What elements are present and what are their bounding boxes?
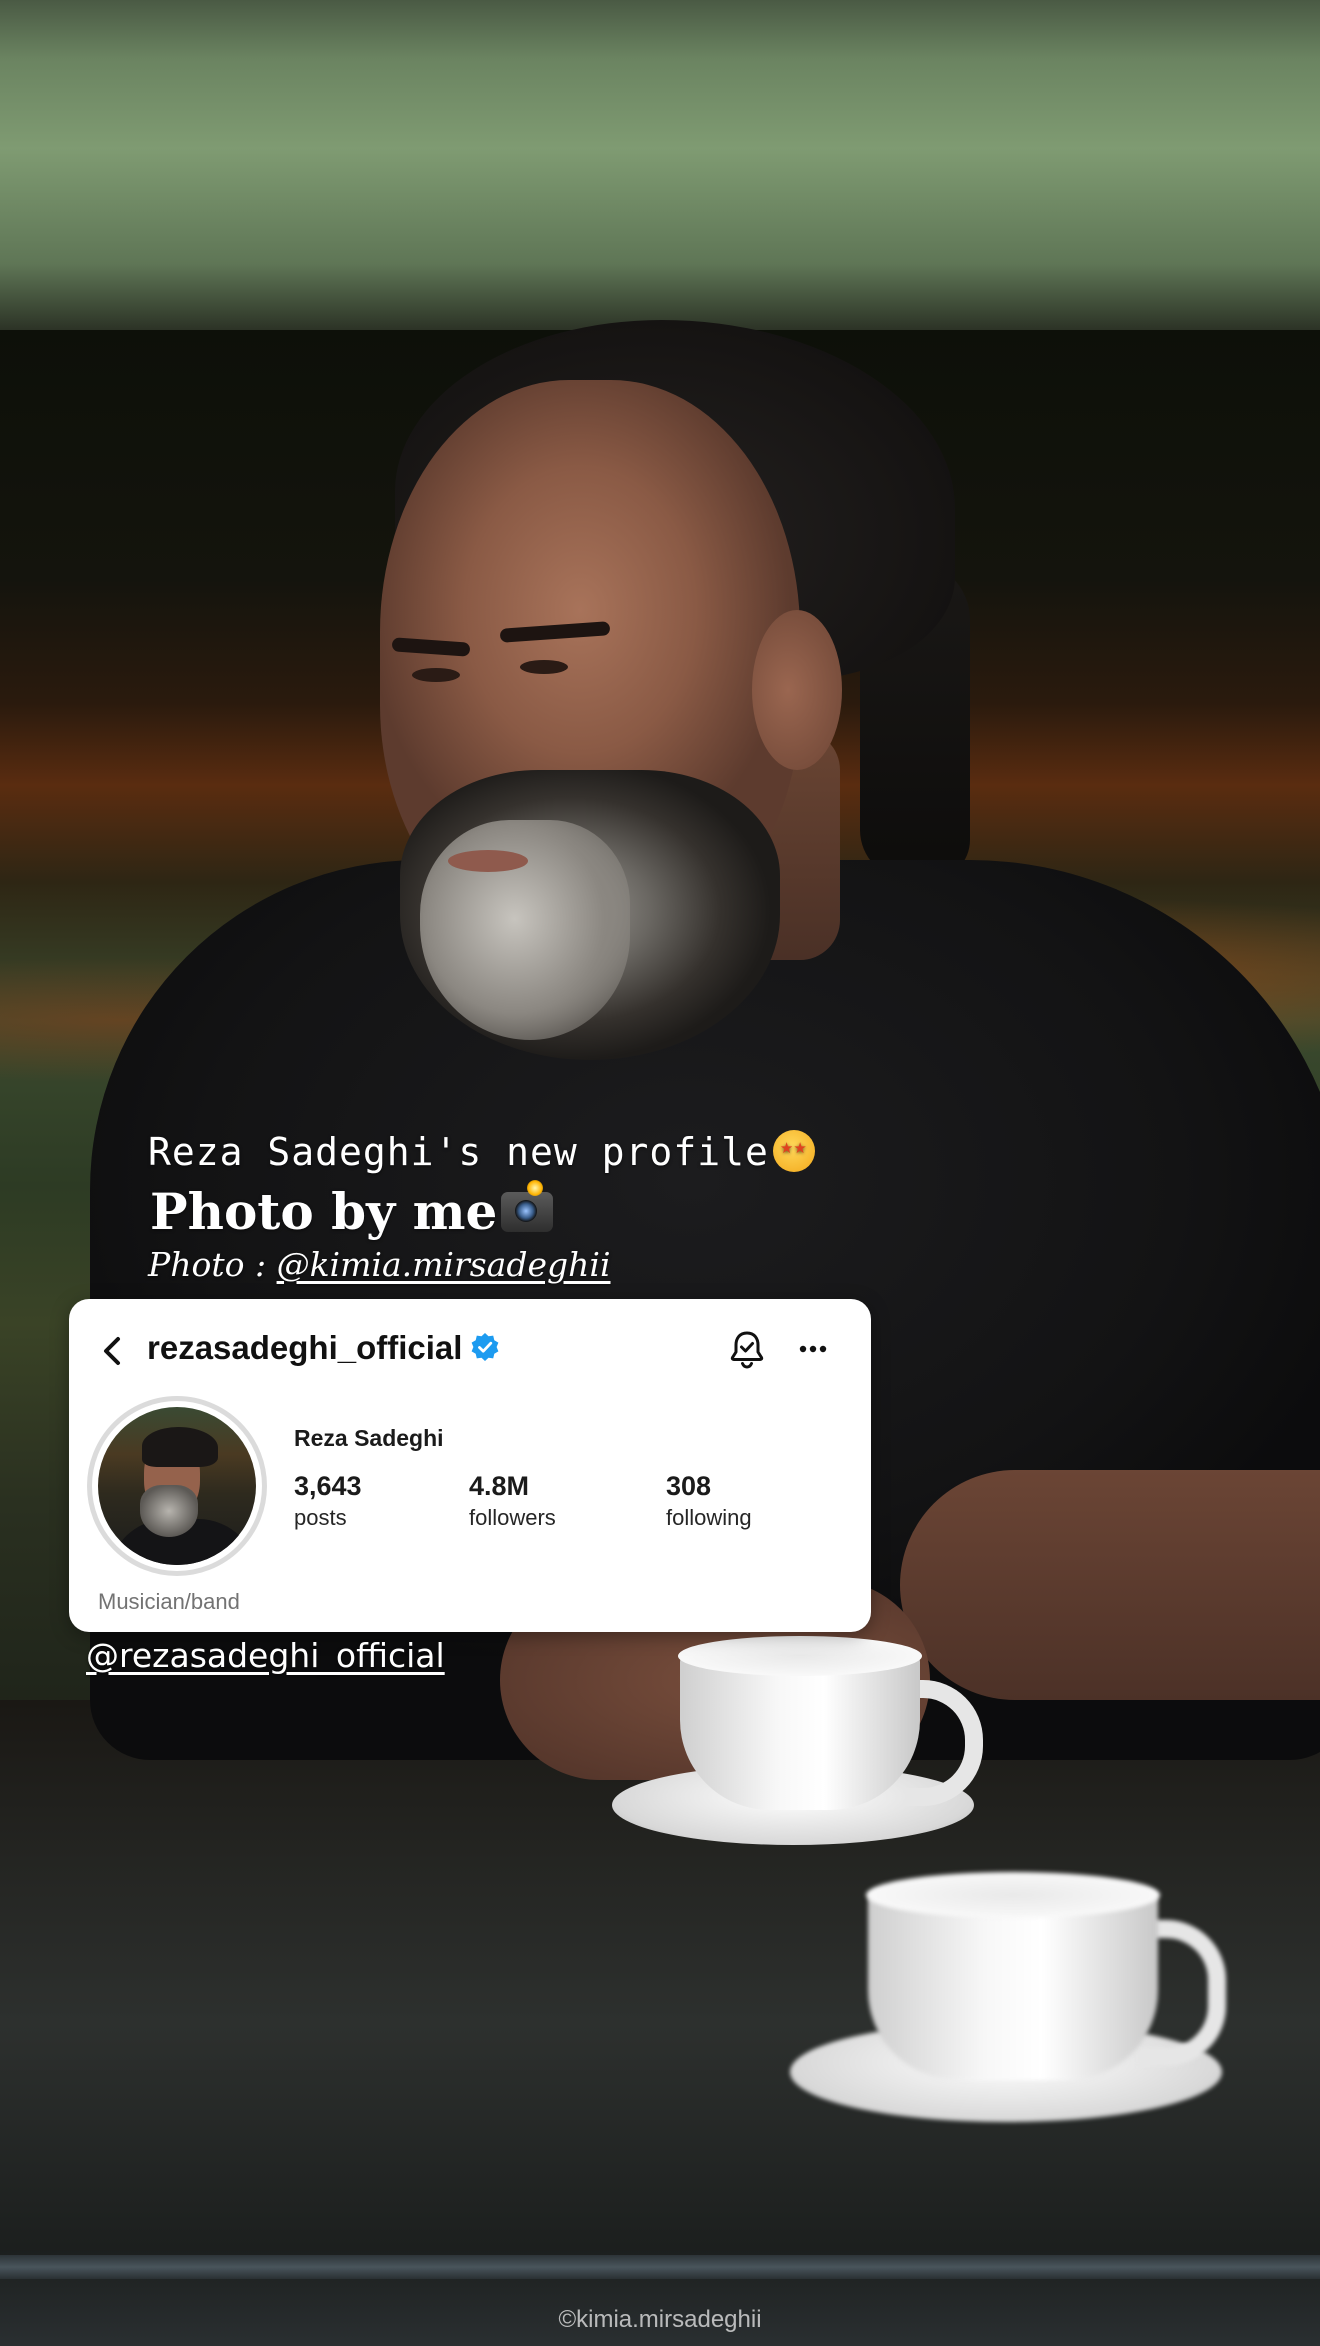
cup-rim: [866, 1872, 1160, 1918]
camera-flash-emoji-icon: [501, 1180, 554, 1232]
photo-credit-prefix: Photo :: [148, 1245, 277, 1284]
stat-followers-label: followers: [469, 1505, 556, 1530]
profile-mention-link[interactable]: @rezasadeghi_official: [86, 1636, 445, 1675]
subject-eye-left: [412, 668, 460, 682]
stat-following-label: following: [666, 1505, 752, 1530]
profile-card[interactable]: rezasadeghi_official Reza Sadeghi 3,643: [69, 1299, 871, 1632]
story-photo-credit: Photo : @kimia.mirsadeghii: [148, 1245, 611, 1284]
stat-following-count: 308: [666, 1471, 712, 1501]
cup-body: [868, 1890, 1158, 2080]
profile-avatar-ring[interactable]: [87, 1396, 267, 1576]
cup-rim: [678, 1636, 922, 1676]
verified-badge-icon: [472, 1333, 499, 1362]
background-green-wall: [0, 0, 1320, 330]
story-canvas: Reza Sadeghi's new profile Photo by me P…: [0, 0, 1320, 2346]
star-struck-emoji-icon: [772, 1129, 815, 1172]
photographer-watermark: ©kimia.mirsadeghii: [558, 2306, 762, 2333]
notification-bell-icon[interactable]: [723, 1325, 771, 1373]
stat-posts-count: 3,643: [294, 1471, 362, 1501]
stat-followers[interactable]: 4.8M followers: [469, 1471, 556, 1531]
subject-arm: [900, 1470, 1320, 1700]
profile-username: rezasadeghi_official: [147, 1329, 463, 1366]
profile-username-header: rezasadeghi_official: [147, 1329, 500, 1367]
story-caption-line2: Photo by me: [150, 1180, 554, 1241]
avatar-hair: [142, 1427, 218, 1467]
story-caption-line1: Reza Sadeghi's new profile: [148, 1129, 815, 1176]
table-edge: [0, 2255, 1320, 2279]
avatar-beard: [140, 1485, 198, 1537]
stat-followers-count: 4.8M: [469, 1471, 530, 1501]
profile-category: Musician/band: [98, 1589, 240, 1614]
stat-following[interactable]: 308 following: [666, 1471, 752, 1531]
back-arrow-icon[interactable]: [91, 1329, 135, 1373]
subject-eye-right: [520, 660, 568, 674]
story-caption-text: Photo by me: [150, 1182, 498, 1241]
photographer-mention-link[interactable]: @kimia.mirsadeghii: [277, 1245, 611, 1284]
profile-full-name: Reza Sadeghi: [294, 1425, 444, 1451]
stat-posts[interactable]: 3,643 posts: [294, 1471, 362, 1531]
stat-posts-label: posts: [294, 1505, 347, 1530]
story-caption-text: Reza Sadeghi's new profile: [148, 1130, 769, 1174]
subject-ear: [752, 610, 842, 770]
more-options-icon[interactable]: [789, 1325, 837, 1373]
profile-avatar[interactable]: [98, 1407, 256, 1565]
subject-lips: [448, 850, 528, 872]
